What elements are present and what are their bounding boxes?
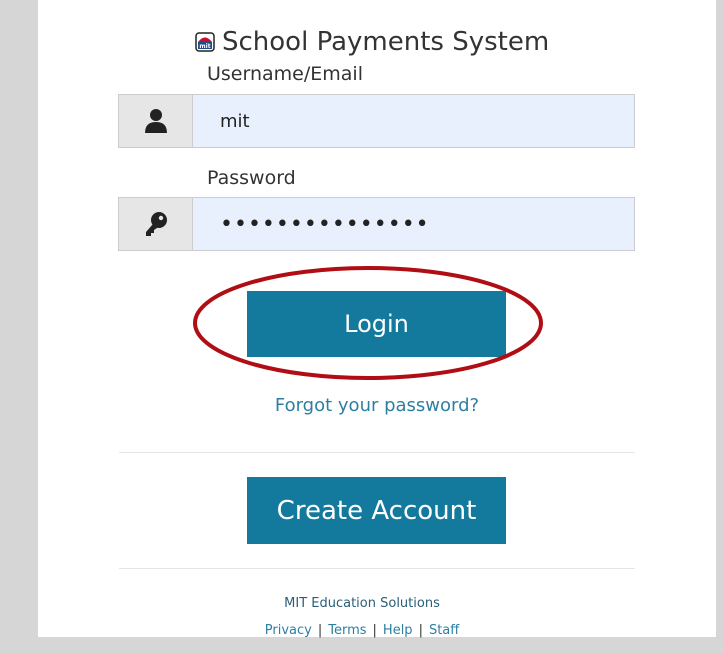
password-input[interactable] [192, 197, 635, 251]
forgot-wrapper: Forgot your password? [207, 395, 547, 421]
mit-logo-icon: mit [195, 32, 215, 52]
privacy-link[interactable]: Privacy [265, 623, 312, 638]
footer-separator: | [317, 623, 323, 638]
page-title: mit School Payments System [195, 27, 549, 57]
username-label: Username/Email [207, 63, 363, 85]
staff-link[interactable]: Staff [429, 623, 459, 638]
footer-separator: | [418, 623, 423, 638]
username-group [118, 94, 635, 148]
help-link[interactable]: Help [383, 623, 413, 638]
divider [119, 568, 635, 569]
username-addon [118, 94, 192, 148]
forgot-password-link[interactable]: Forgot your password? [207, 395, 547, 416]
footer-links: Privacy | Terms | Help | Staff [0, 623, 724, 638]
login-button[interactable]: Login [247, 291, 506, 357]
create-account-button[interactable]: Create Account [247, 477, 506, 544]
footer-company: MIT Education Solutions [284, 596, 440, 611]
footer-separator: | [372, 623, 377, 638]
password-label: Password [207, 167, 296, 189]
logo-text: mit [199, 43, 210, 50]
title-text: School Payments System [222, 27, 550, 57]
user-icon [144, 109, 167, 133]
username-input[interactable] [192, 94, 635, 148]
divider [119, 452, 635, 453]
terms-link[interactable]: Terms [328, 623, 366, 638]
password-group [118, 197, 635, 251]
password-addon [118, 197, 192, 251]
key-icon [145, 212, 167, 236]
